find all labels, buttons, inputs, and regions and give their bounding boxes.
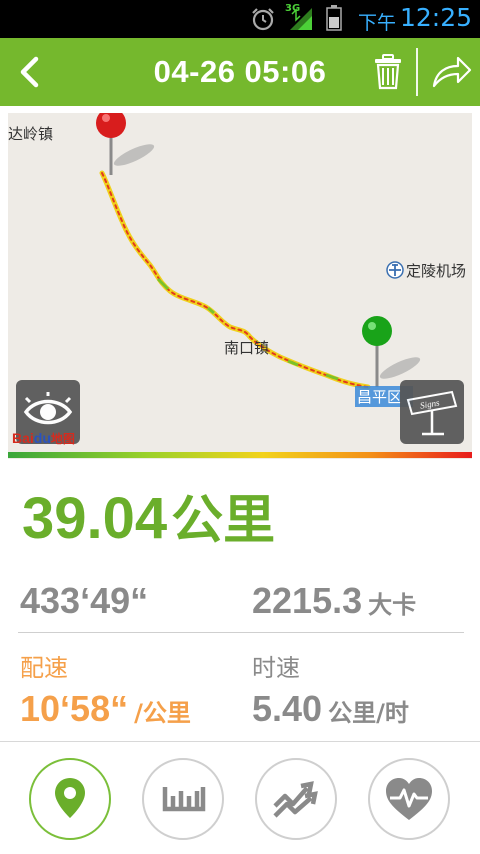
calories-unit: 大卡 (368, 591, 417, 619)
tab-heart-rate[interactable] (368, 758, 450, 840)
calories-value: 2215.3 (252, 580, 363, 621)
stats-divider (18, 632, 464, 633)
map-label-nankou: 南口镇 (224, 339, 270, 357)
speed-value: 5.40 (252, 688, 323, 729)
status-bar: 3G 下午 12:25 (0, 0, 480, 38)
duration-value: 433‘49“ (20, 580, 149, 621)
battery-icon (326, 5, 342, 31)
bottom-tab-bar (0, 741, 480, 854)
map-label-daling: 达岭镇 (8, 125, 54, 143)
pace-label: 配速 (20, 654, 68, 682)
pace-gradient-legend (8, 452, 472, 458)
signs-button[interactable]: Signs (400, 380, 464, 444)
heart-icon (386, 778, 432, 820)
calories-stat: 2215.3 大卡 (252, 580, 416, 622)
page-title: 04-26 05:06 (153, 54, 327, 89)
ampm-label: 下午 (357, 12, 396, 34)
header-bar: 04-26 05:06 (0, 38, 480, 106)
ruler-icon (162, 787, 206, 812)
clock: 12:25 (399, 3, 472, 32)
trash-icon[interactable] (372, 54, 404, 90)
signal-icon (290, 8, 312, 30)
pace-value: 10‘58“ (20, 688, 129, 729)
map-label-changping: 昌平区 (357, 388, 403, 406)
signpost-icon: Signs (406, 390, 458, 436)
tab-pace-chart[interactable] (255, 758, 337, 840)
map-label-airport: 定陵机场 (406, 262, 467, 280)
speed-label: 时速 (252, 654, 300, 682)
baidu-logo-text2: 地图 (50, 432, 75, 446)
distance-unit: 公里 (171, 491, 276, 551)
header-divider (416, 48, 418, 96)
total-distance: 39.04公里 (22, 478, 275, 553)
baidu-map-logo: Baidu地图 (12, 430, 75, 446)
alarm-icon (252, 8, 274, 31)
pace-stat: 10‘58“/公里 (20, 688, 191, 730)
speed-stat: 5.40 公里/时 (252, 688, 409, 730)
tab-map[interactable] (29, 758, 111, 840)
baidu-logo-text: Bai (12, 430, 34, 446)
trend-arrows-icon (273, 781, 318, 818)
share-icon[interactable] (430, 54, 472, 90)
tab-splits[interactable] (142, 758, 224, 840)
route-map[interactable]: 达岭镇 定陵机场 南口镇 昌平区 Baidu地图 Signs (8, 113, 472, 459)
location-pin-icon (55, 778, 85, 818)
distance-value: 39.04 (22, 486, 168, 551)
pace-unit: /公里 (134, 699, 191, 727)
speed-unit: 公里/时 (328, 699, 409, 727)
duration-stat: 433‘49“ (20, 580, 148, 622)
